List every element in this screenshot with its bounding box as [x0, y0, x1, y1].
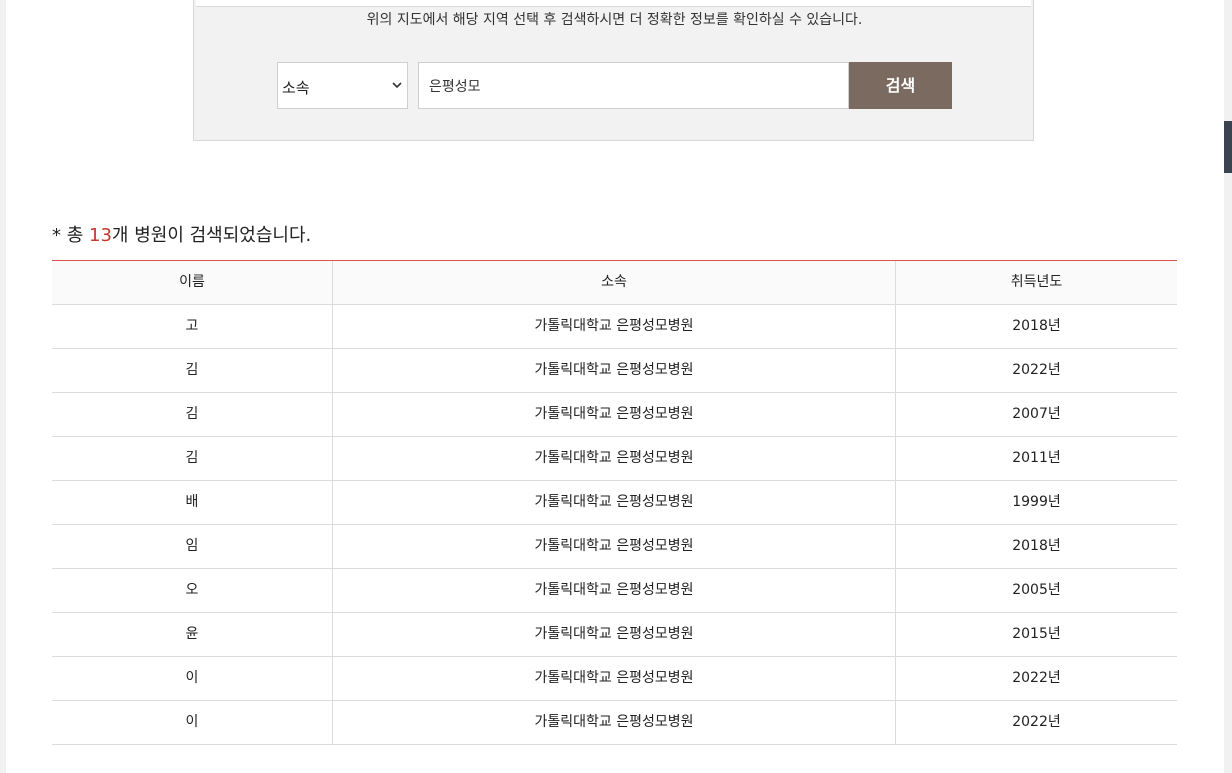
scrollbar-thumb[interactable]: [1224, 121, 1232, 173]
cell-year: 2007년: [1012, 406, 1061, 422]
table-row: 이 가톨릭대학교 은평성모병원 2022년: [52, 657, 1177, 701]
cell-year: 2022년: [1012, 714, 1061, 730]
cell-affiliation: 가톨릭대학교 은평성모병원: [333, 569, 896, 612]
table-row: 김 가톨릭대학교 은평성모병원 2022년: [52, 349, 1177, 393]
cell-affiliation: 가톨릭대학교 은평성모병원: [333, 393, 896, 436]
cell-year: 2011년: [1012, 450, 1061, 466]
cell-year: 2022년: [1012, 362, 1061, 378]
search-hint: 위의 지도에서 해당 지역 선택 후 검색하시면 더 정확한 정보를 확인하실 …: [366, 12, 863, 28]
table-row: 임 가톨릭대학교 은평성모병원 2018년: [52, 525, 1177, 569]
table-row: 이 가톨릭대학교 은평성모병원 2022년: [52, 701, 1177, 745]
cell-name: 윤: [52, 613, 333, 656]
result-count: * 총 13개 병원이 검색되었습니다.: [52, 221, 311, 247]
header-affiliation: 소속: [333, 261, 896, 304]
cell-name: 고: [52, 305, 333, 348]
search-button[interactable]: 검색: [849, 62, 952, 109]
cell-affiliation: 가톨릭대학교 은평성모병원: [333, 481, 896, 524]
table-row: 김 가톨릭대학교 은평성모병원 2007년: [52, 393, 1177, 437]
header-name: 이름: [52, 261, 333, 304]
cell-affiliation: 가톨릭대학교 은평성모병원: [333, 349, 896, 392]
table-row: 오 가톨릭대학교 은평성모병원 2005년: [52, 569, 1177, 613]
results-table: 이름 소속 취득년도 고 가톨릭대학교 은평성모병원 2018년 김 가톨릭대학…: [52, 260, 1177, 745]
table-row: 배 가톨릭대학교 은평성모병원 1999년: [52, 481, 1177, 525]
search-input[interactable]: 은평성모: [418, 62, 849, 109]
table-row: 윤 가톨릭대학교 은평성모병원 2015년: [52, 613, 1177, 657]
table-row: 고 가톨릭대학교 은평성모병원 2018년: [52, 305, 1177, 349]
table-row: 김 가톨릭대학교 은평성모병원 2011년: [52, 437, 1177, 481]
result-number: 13: [89, 225, 112, 246]
cell-name: 오: [52, 569, 333, 612]
cell-year: 2018년: [1012, 318, 1061, 334]
cell-name: 이: [52, 701, 333, 744]
cell-affiliation: 가톨릭대학교 은평성모병원: [333, 613, 896, 656]
map-area[interactable]: [196, 0, 1031, 7]
cell-year: 2005년: [1012, 582, 1061, 598]
cell-name: 배: [52, 481, 333, 524]
cell-year: 2015년: [1012, 626, 1061, 642]
result-suffix: 개 병원이 검색되었습니다.: [111, 225, 312, 246]
header-year: 취득년도: [1010, 274, 1063, 290]
cell-affiliation: 가톨릭대학교 은평성모병원: [333, 525, 896, 568]
cell-year: 2018년: [1012, 538, 1061, 554]
select-value: 소속: [282, 79, 310, 97]
cell-affiliation: 가톨릭대학교 은평성모병원: [333, 657, 896, 700]
cell-affiliation: 가톨릭대학교 은평성모병원: [333, 701, 896, 744]
cell-name: 임: [52, 525, 333, 568]
search-input-value: 은평성모: [429, 79, 481, 95]
cell-name: 김: [52, 349, 333, 392]
table-header-row: 이름 소속 취득년도: [52, 261, 1177, 305]
affiliation-select[interactable]: 소속: [277, 62, 408, 109]
cell-affiliation: 가톨릭대학교 은평성모병원: [333, 437, 896, 480]
cell-name: 김: [52, 437, 333, 480]
cell-year: 2022년: [1012, 670, 1061, 686]
result-prefix: * 총: [52, 225, 90, 246]
cell-affiliation: 가톨릭대학교 은평성모병원: [333, 305, 896, 348]
chevron-down-icon: [392, 82, 402, 89]
cell-name: 이: [52, 657, 333, 700]
cell-year: 1999년: [1012, 494, 1061, 510]
cell-name: 김: [52, 393, 333, 436]
